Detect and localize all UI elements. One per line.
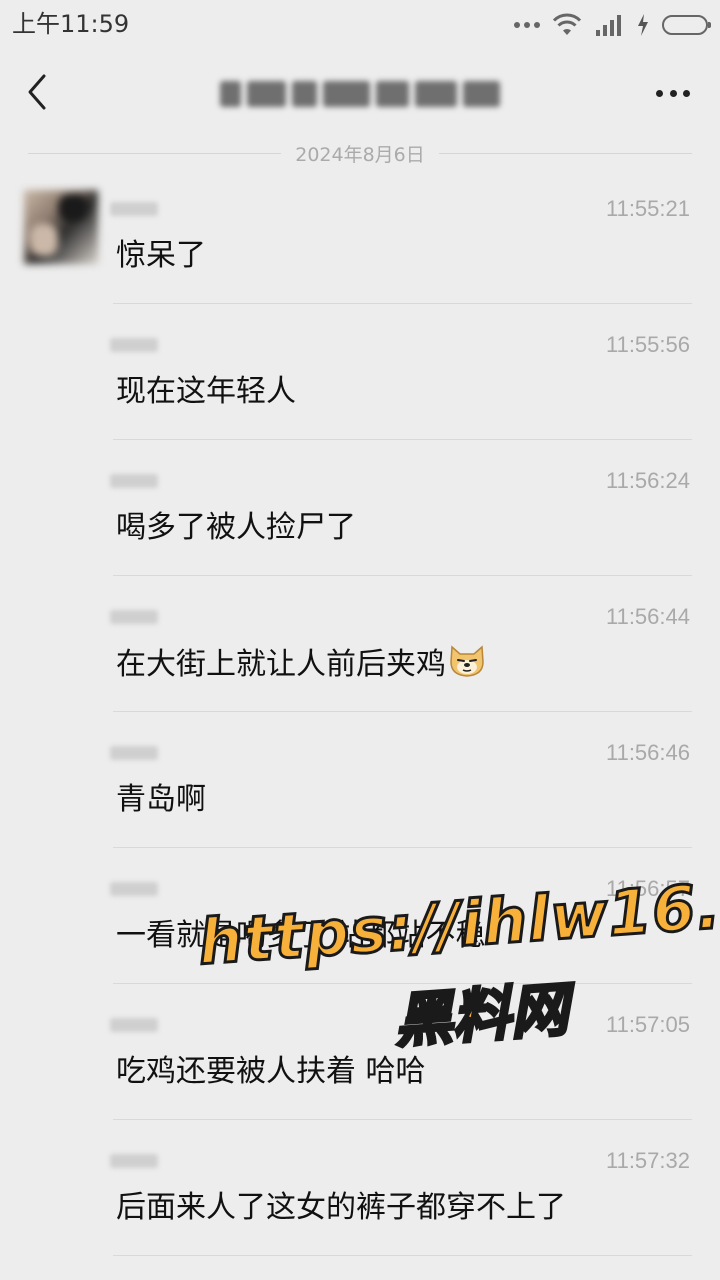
signal-icon — [596, 15, 621, 36]
sender-name-redacted — [110, 338, 158, 352]
message-item[interactable]: 11:56:46 青岛啊 — [0, 712, 720, 848]
sender-name-redacted — [110, 474, 158, 488]
message-time: 11:56:44 — [605, 604, 690, 629]
more-options-button[interactable] — [656, 78, 690, 108]
message-item[interactable]: 11:56:24 喝多了被人捡尸了 — [0, 440, 720, 576]
message-time: 11:55:56 — [605, 332, 690, 357]
sender-name-redacted — [110, 882, 158, 896]
message-item[interactable]: 11:56:44 在大街上就让人前后夹鸡 — [0, 576, 720, 712]
status-icons — [514, 12, 711, 38]
sender-name-redacted — [110, 610, 158, 624]
message-text: 一看就是喝多了 站都站不稳 — [116, 918, 486, 953]
message-item[interactable]: 11:55:56 现在这年轻人 — [0, 304, 720, 440]
battery-icon — [662, 15, 711, 35]
wifi-icon — [552, 13, 582, 35]
sender-name-redacted — [110, 746, 158, 760]
message-text: 吃鸡还要被人扶着 哈哈 — [116, 1054, 426, 1089]
message-item[interactable]: 11:55:21 惊呆了 — [0, 168, 720, 304]
status-time: 上午11:59 — [12, 10, 130, 38]
date-divider: 2024年8月6日 — [28, 138, 692, 168]
message-text-with-emoji: 在大街上就让人前后夹鸡 — [116, 644, 486, 685]
chat-title-redacted — [220, 74, 500, 114]
message-item[interactable]: 11:56:57 一看就是喝多了 站都站不稳 — [0, 848, 720, 984]
chevron-left-icon — [28, 74, 46, 110]
message-text: 现在这年轻人 — [116, 374, 296, 409]
notification-dots-icon — [514, 22, 540, 28]
status-bar: 上午11:59 — [0, 0, 720, 50]
message-time: 11:56:24 — [605, 468, 690, 493]
message-separator — [113, 1255, 692, 1256]
message-list: 11:55:21 惊呆了 11:55:56 现在这年轻人 11:56:24 喝多… — [0, 168, 720, 1256]
more-dots-icon — [656, 89, 663, 97]
sender-name-redacted — [110, 202, 158, 216]
message-text: 喝多了被人捡尸了 — [116, 510, 356, 545]
charging-icon — [638, 14, 648, 36]
back-button[interactable] — [20, 70, 56, 114]
message-text: 后面来人了这女的裤子都穿不上了 — [116, 1190, 566, 1225]
message-item[interactable]: 11:57:05 吃鸡还要被人扶着 哈哈 — [0, 984, 720, 1120]
message-time: 11:55:21 — [605, 196, 690, 221]
sender-name-redacted — [110, 1018, 158, 1032]
message-text: 在大街上就让人前后夹鸡 — [116, 647, 446, 682]
message-text: 惊呆了 — [116, 238, 206, 273]
message-time: 11:57:05 — [605, 1012, 690, 1037]
date-text: 2024年8月6日 — [295, 143, 425, 166]
divider-line — [438, 152, 692, 154]
chat-header — [0, 50, 720, 136]
message-time: 11:57:32 — [605, 1148, 690, 1173]
message-time: 11:56:57 — [605, 876, 690, 901]
doge-emoji-icon — [450, 645, 484, 677]
message-time: 11:56:46 — [605, 740, 690, 765]
message-text: 青岛啊 — [116, 782, 206, 817]
divider-line — [28, 152, 282, 154]
message-item[interactable]: 11:57:32 后面来人了这女的裤子都穿不上了 — [0, 1120, 720, 1256]
sender-name-redacted — [110, 1154, 158, 1168]
